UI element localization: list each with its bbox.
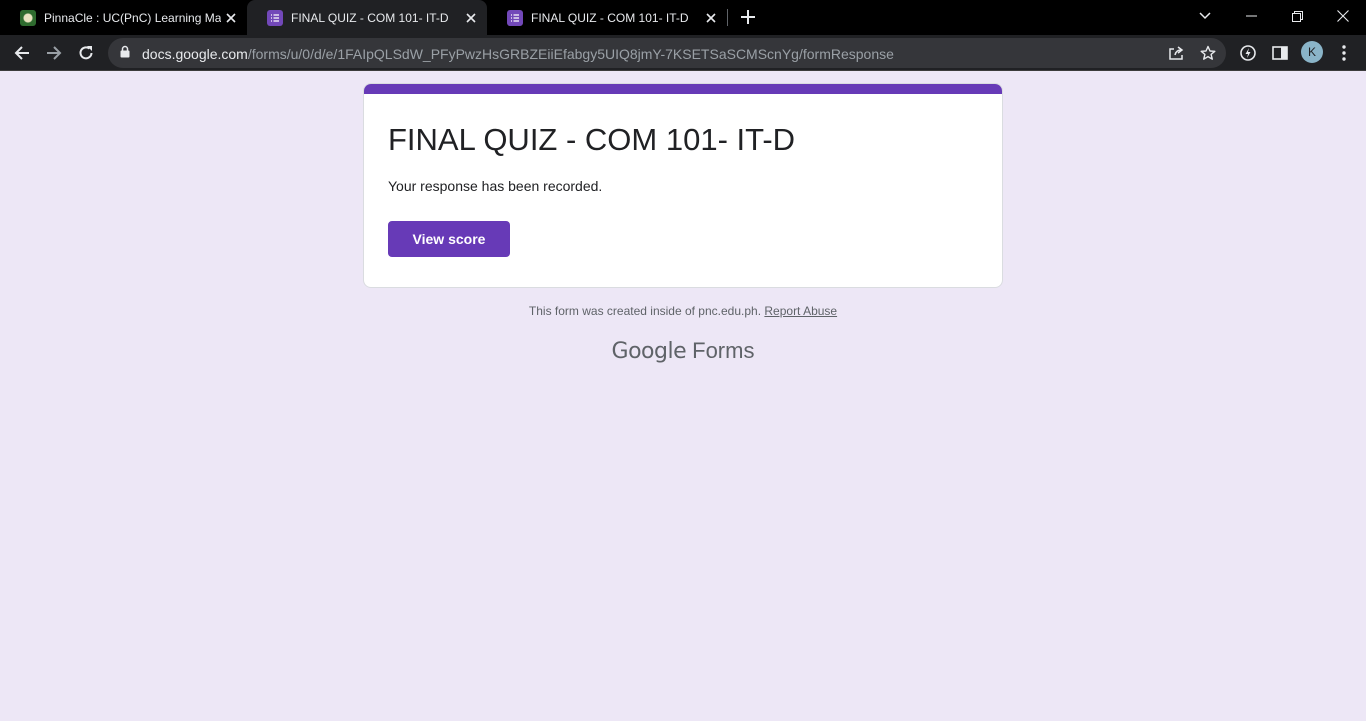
google-forms-icon	[507, 9, 523, 26]
form-footer-note: This form was created inside of pnc.edu.…	[0, 304, 1366, 318]
confirmation-card: FINAL QUIZ - COM 101- IT-D Your response…	[363, 83, 1003, 288]
pinnacle-logo-icon	[20, 9, 36, 26]
close-tab-icon[interactable]	[701, 8, 721, 28]
google-forms-logo[interactable]: Google Forms	[0, 338, 1366, 364]
form-title: FINAL QUIZ - COM 101- IT-D	[388, 122, 796, 157]
url-host: docs.google.com	[142, 46, 248, 62]
reload-button[interactable]	[72, 39, 100, 67]
browser-toolbar: docs.google.com/forms/u/0/d/e/1FAIpQLSdW…	[0, 35, 1366, 71]
card-accent-bar	[364, 84, 1002, 94]
extensions-icon[interactable]	[1234, 39, 1262, 67]
close-tab-icon[interactable]	[461, 8, 481, 28]
tab-strip: PinnaCle : UC(PnC) Learning Man FINAL QU…	[0, 0, 1366, 35]
google-forms-icon	[267, 9, 283, 26]
tab-final-quiz-active[interactable]: FINAL QUIZ - COM 101- IT-D	[247, 0, 487, 35]
side-panel-icon[interactable]	[1266, 39, 1294, 67]
brand-forms-text: Forms	[692, 338, 755, 363]
tab-pinnacle[interactable]: PinnaCle : UC(PnC) Learning Man	[0, 0, 247, 35]
kebab-menu-icon[interactable]	[1330, 39, 1358, 67]
url-path: /forms/u/0/d/e/1FAIpQLSdW_PFyPwzHsGRBZEi…	[247, 46, 894, 62]
brand-google-text: Google	[611, 339, 687, 364]
profile-avatar[interactable]: K	[1301, 41, 1323, 63]
close-window-button[interactable]	[1320, 0, 1366, 32]
tab-title: PinnaCle : UC(PnC) Learning Man	[44, 10, 221, 25]
restore-button[interactable]	[1274, 0, 1320, 32]
new-tab-button[interactable]	[736, 5, 760, 29]
address-bar[interactable]: docs.google.com/forms/u/0/d/e/1FAIpQLSdW…	[108, 38, 1226, 68]
back-button[interactable]	[8, 39, 36, 67]
bookmark-star-icon[interactable]	[1194, 39, 1222, 67]
report-abuse-link[interactable]: Report Abuse	[764, 304, 837, 318]
tab-final-quiz[interactable]: FINAL QUIZ - COM 101- IT-D	[487, 0, 727, 35]
tab-separator	[727, 9, 728, 26]
tab-title: FINAL QUIZ - COM 101- IT-D	[291, 10, 449, 25]
footer-text: This form was created inside of pnc.edu.…	[528, 304, 762, 318]
view-score-button[interactable]: View score	[388, 221, 510, 257]
confirmation-message: Your response has been recorded.	[388, 178, 603, 194]
url-text[interactable]: docs.google.com/forms/u/0/d/e/1FAIpQLSdW…	[142, 46, 894, 62]
lock-icon[interactable]	[120, 45, 130, 63]
minimize-button[interactable]	[1228, 0, 1274, 32]
tab-title: FINAL QUIZ - COM 101- IT-D	[531, 10, 689, 25]
share-icon[interactable]	[1162, 39, 1190, 67]
close-tab-icon[interactable]	[221, 8, 241, 28]
forward-button[interactable]	[40, 39, 68, 67]
tab-search-icon[interactable]	[1182, 0, 1228, 32]
